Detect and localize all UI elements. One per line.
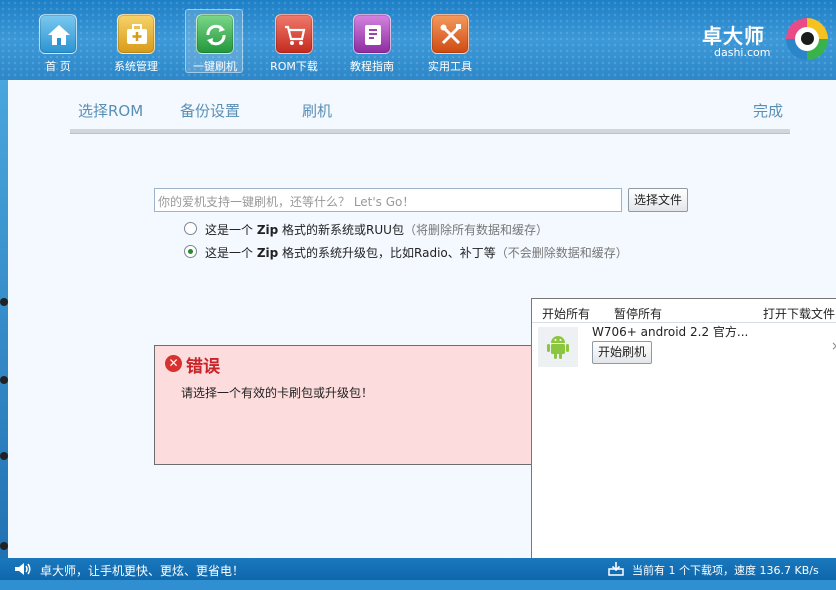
- nav-home[interactable]: 首 页: [29, 10, 87, 74]
- error-icon: ✕: [165, 355, 182, 372]
- toolbox-icon: [117, 14, 155, 54]
- download-icon[interactable]: [608, 561, 624, 576]
- radio-new-system[interactable]: [184, 222, 197, 235]
- rom-path-input[interactable]: 你的爱机支持一键刷机，还等什么？ Let's Go！: [154, 188, 622, 212]
- download-status-info: 当前有 1 个下载项，速度 136.7 KB/s: [632, 564, 819, 577]
- brand-logo-eye: [801, 32, 814, 45]
- status-slogan: 卓大师，让手机更快、更炫、更省电！: [40, 564, 245, 578]
- option-text: 这是一个 Zip 格式的系统升级包，比如Radio、补丁等（不会删除数据和缓存）: [205, 246, 628, 260]
- nav-label: 首 页: [45, 60, 71, 73]
- window-bottom-edge: [0, 580, 836, 590]
- top-toolbar: 首 页 系统管理 一键刷机 ROM下载 教程指南 实用工具 卓大师 dashi.…: [0, 0, 836, 80]
- main-panel: 选择ROM 备份设置 刷机 完成 你的爱机支持一键刷机，还等什么？ Let's …: [8, 80, 836, 560]
- choose-file-button[interactable]: 选择文件: [628, 188, 688, 212]
- brand-domain: dashi.com: [714, 46, 771, 59]
- nav-rom-download[interactable]: ROM下载: [265, 10, 323, 74]
- desktop-icon-fragment: [0, 376, 8, 384]
- download-file-name: W706+ android 2.2 官方...: [592, 325, 749, 339]
- step-select-rom: 选择ROM: [78, 102, 144, 120]
- error-message: 请选择一个有效的卡刷包或升级包！: [181, 386, 374, 400]
- option-text: 这是一个 Zip 格式的新系统或RUU包（将删除所有数据和缓存）: [205, 223, 548, 237]
- error-title: 错误: [186, 357, 220, 377]
- start-all-button[interactable]: 开始所有: [542, 305, 590, 322]
- desktop-icon-fragment: [0, 298, 8, 306]
- nav-label: 一键刷机: [193, 60, 237, 73]
- speaker-icon[interactable]: [14, 562, 32, 576]
- nav-label: 系统管理: [114, 60, 158, 73]
- nav-one-click-flash[interactable]: 一键刷机: [185, 9, 243, 73]
- book-icon: [353, 14, 391, 54]
- nav-label: 实用工具: [428, 60, 472, 73]
- step-done: 完成: [753, 102, 784, 120]
- open-download-folder-button[interactable]: 打开下载文件: [763, 305, 835, 322]
- android-icon: [538, 327, 578, 367]
- desktop-icon-fragment: [0, 452, 8, 460]
- nav-label: 教程指南: [350, 60, 394, 73]
- tools-icon: [431, 14, 469, 54]
- download-panel: 开始所有 暂停所有 打开下载文件 W706+ android 2.2 官方...…: [531, 298, 836, 560]
- brand-logo-icon: [786, 18, 828, 60]
- step-flash: 刷机: [302, 102, 333, 120]
- download-panel-header: 开始所有 暂停所有 打开下载文件: [532, 299, 836, 323]
- status-bar: 卓大师，让手机更快、更炫、更省电！ 当前有 1 个下载项，速度 136.7 KB…: [0, 558, 836, 580]
- nav-tutorial[interactable]: 教程指南: [343, 10, 401, 74]
- cart-icon: [275, 14, 313, 54]
- start-flash-button[interactable]: 开始刷机: [592, 341, 652, 364]
- flash-steps: 选择ROM 备份设置 刷机 完成: [70, 94, 792, 134]
- step-backup-settings: 备份设置: [180, 102, 241, 120]
- radio-upgrade-package[interactable]: [184, 245, 197, 258]
- refresh-icon: [196, 14, 234, 54]
- desktop-edge: [0, 80, 8, 590]
- brand-name: 卓大师: [702, 24, 765, 48]
- remove-download-icon[interactable]: ×: [831, 339, 836, 353]
- steps-progress-bar: [70, 129, 790, 134]
- nav-label: ROM下载: [270, 60, 318, 73]
- home-icon: [39, 14, 77, 54]
- error-dialog: ✕ 错误 请选择一个有效的卡刷包或升级包！: [154, 345, 532, 465]
- nav-utilities[interactable]: 实用工具: [421, 10, 479, 74]
- nav-system-manage[interactable]: 系统管理: [107, 10, 165, 74]
- pause-all-button[interactable]: 暂停所有: [614, 305, 662, 322]
- brand-area: 卓大师 dashi.com: [702, 14, 828, 70]
- desktop-icon-fragment: [0, 542, 8, 550]
